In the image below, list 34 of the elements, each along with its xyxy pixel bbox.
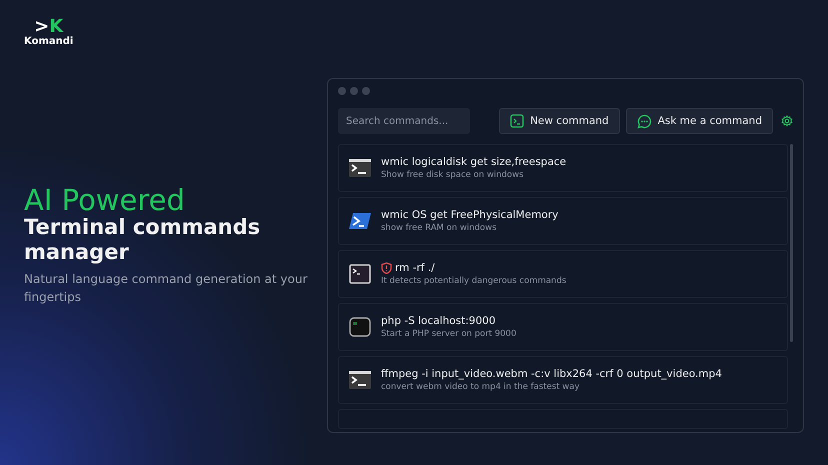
- command-card[interactable]: wmic OS get FreePhysicalMemory show free RAM on windows: [338, 197, 788, 245]
- command-description: It detects potentially dangerous commands: [381, 276, 566, 286]
- window-dot[interactable]: [362, 87, 370, 95]
- command-text: ffmpeg -i input_video.webm -c:v libx264 -crf 0 output_video.mp4: [381, 368, 722, 380]
- command-text: wmic OS get FreePhysicalMemory: [381, 209, 558, 221]
- command-text: rm -rf ./: [395, 262, 435, 274]
- command-card[interactable]: rm -rf ./ It detects potentially dangerous commands: [338, 250, 788, 298]
- terminal-icon: [510, 114, 524, 128]
- window-dot[interactable]: [350, 87, 358, 95]
- command-text: php -S localhost:9000: [381, 315, 496, 327]
- command-description: convert webm video to mp4 in the fastest way: [381, 382, 580, 392]
- command-card[interactable]: wmic logicaldisk get size,freespace Show free disk space on windows: [338, 144, 788, 192]
- hero-subtitle: Natural language command generation at your fingertips: [24, 271, 308, 306]
- command-prompt-icon: [349, 371, 371, 389]
- settings-icon[interactable]: [781, 115, 793, 127]
- hero-title: Terminal commands manager: [24, 215, 262, 265]
- powershell-icon: [349, 212, 371, 230]
- command-card[interactable]: php -S localhost:9000 Start a PHP server on port 9000: [338, 303, 788, 351]
- command-text: wmic logicaldisk get size,freespace: [381, 156, 566, 168]
- command-description: show free RAM on windows: [381, 223, 498, 233]
- command-prompt-icon: [349, 159, 371, 177]
- window-dot[interactable]: [338, 87, 346, 95]
- chat-bubble-icon: [636, 114, 652, 128]
- hero-highlight: AI Powered: [24, 185, 186, 215]
- scrollbar[interactable]: [790, 144, 793, 342]
- console-icon: [349, 317, 371, 337]
- toolbar-button[interactable]: New command: [499, 108, 620, 134]
- command-card[interactable]: ffmpeg -i input_video.webm -c:v libx264 -crf 0 output_video.mp4 convert webm video to mp4 in the fastest way: [338, 356, 788, 404]
- logo: >K Komandi: [24, 18, 74, 47]
- toolbar-button[interactable]: Ask me a command: [626, 108, 773, 134]
- terminal-window-icon: [349, 264, 371, 284]
- command-description: Show free disk space on windows: [381, 170, 525, 180]
- command-description: Start a PHP server on port 9000: [381, 329, 516, 339]
- search-field[interactable]: Search commands...: [338, 108, 470, 134]
